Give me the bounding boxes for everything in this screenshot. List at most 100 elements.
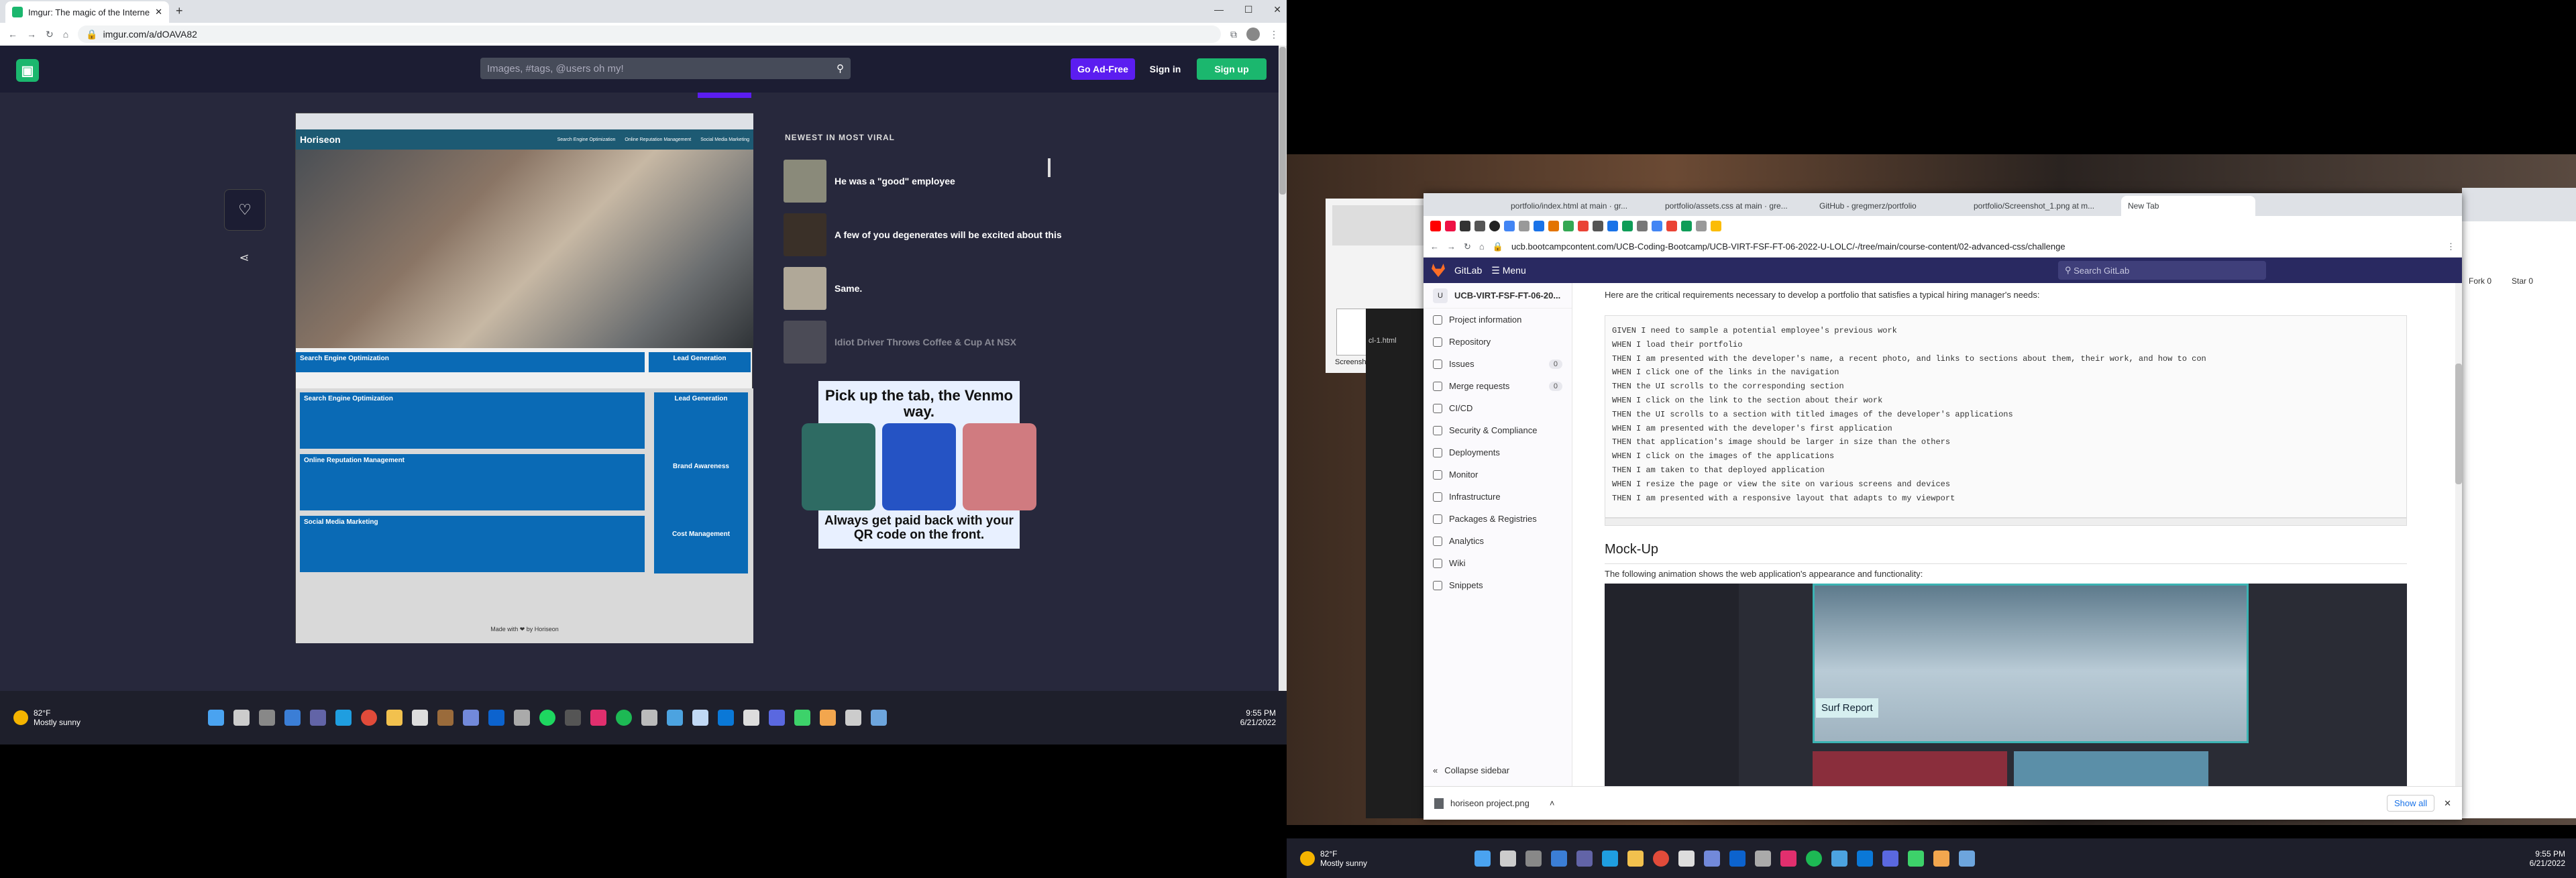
app-icon[interactable]: [1806, 850, 1823, 867]
bookmark-icon[interactable]: [1578, 221, 1589, 231]
app-icon[interactable]: [590, 710, 607, 726]
chevron-up-icon[interactable]: ˄: [1550, 798, 1555, 808]
bookmark-icon[interactable]: [1460, 221, 1470, 231]
viral-item[interactable]: Same.: [784, 267, 1065, 310]
sidebar-item[interactable]: Repository: [1424, 331, 1572, 353]
sidebar-item[interactable]: Infrastructure: [1424, 486, 1572, 508]
app-icon[interactable]: [1831, 850, 1848, 867]
bookmark-icon[interactable]: [1681, 221, 1692, 231]
app-icon[interactable]: [667, 710, 684, 726]
clock[interactable]: 9:55 PM 6/21/2022: [2530, 849, 2565, 868]
more-icon[interactable]: ⋮: [2447, 241, 2455, 252]
vscode-icon[interactable]: [1857, 850, 1874, 867]
page-scrollbar[interactable]: [2455, 283, 2462, 786]
tab-active[interactable]: New Tab: [2121, 196, 2255, 216]
bookmark-icon[interactable]: [1666, 221, 1677, 231]
bookmark-icon[interactable]: [1519, 221, 1529, 231]
app-icon[interactable]: [412, 710, 429, 726]
app-icon[interactable]: [1882, 850, 1899, 867]
app-icon[interactable]: [1729, 850, 1746, 867]
heart-icon[interactable]: ♡: [224, 189, 266, 231]
bookmark-icon[interactable]: [1696, 221, 1707, 231]
search-icon[interactable]: ⚲: [837, 62, 844, 74]
chrome-icon[interactable]: [361, 710, 378, 726]
minimize-icon[interactable]: —: [1214, 4, 1224, 15]
forward-icon[interactable]: →: [27, 29, 36, 40]
forward-icon[interactable]: →: [1447, 241, 1456, 252]
home-icon[interactable]: ⌂: [1479, 241, 1485, 252]
maximize-icon[interactable]: ☐: [1244, 4, 1253, 15]
new-tab-button[interactable]: +: [176, 4, 183, 18]
weather-widget[interactable]: 82°F Mostly sunny: [1300, 849, 1367, 868]
star-button[interactable]: Star 0: [2512, 276, 2533, 286]
menu-button[interactable]: ☰ Menu: [1491, 265, 1525, 276]
show-all-button[interactable]: Show all: [2386, 795, 2435, 812]
gitlab-search-input[interactable]: ⚲ Search GitLab: [2058, 261, 2266, 280]
tab[interactable]: portfolio/assets.css at main · gre...: [1658, 196, 1806, 216]
sidebar-item[interactable]: Project information: [1424, 309, 1572, 331]
download-file[interactable]: horiseon project.png: [1450, 798, 1529, 808]
clock[interactable]: 9:55 PM 6/21/2022: [1240, 708, 1276, 727]
app-icon[interactable]: [514, 710, 531, 726]
start-icon[interactable]: [1474, 850, 1491, 867]
back-icon[interactable]: ←: [1430, 241, 1439, 252]
share-icon[interactable]: ⋖: [235, 248, 254, 267]
mockup-animation[interactable]: Surf Report: [1605, 584, 2407, 786]
app-icon[interactable]: [845, 710, 862, 726]
sidebar-item[interactable]: Issues 0: [1424, 353, 1572, 375]
app-icon[interactable]: [641, 710, 658, 726]
bookmark-icon[interactable]: [1534, 221, 1544, 231]
bookmark-icon[interactable]: [1474, 221, 1485, 231]
imgur-search-input[interactable]: Images, #tags, @users oh my! ⚲: [480, 58, 851, 79]
imgur-logo[interactable]: ▣: [16, 59, 39, 82]
vscode-icon[interactable]: [718, 710, 735, 726]
reload-icon[interactable]: ↻: [1464, 241, 1471, 252]
sidebar-item[interactable]: Merge requests 0: [1424, 375, 1572, 397]
gitlab-brand[interactable]: GitLab: [1454, 265, 1482, 276]
bookmark-icon[interactable]: [1622, 221, 1633, 231]
app-icon[interactable]: [1678, 850, 1695, 867]
app-icon[interactable]: [743, 710, 760, 726]
sidebar-item[interactable]: Wiki: [1424, 552, 1572, 574]
app-icon[interactable]: [1755, 850, 1772, 867]
extensions-icon[interactable]: ⧉: [1230, 29, 1237, 40]
app-icon[interactable]: [820, 710, 837, 726]
bookmark-icon[interactable]: [1548, 221, 1559, 231]
file-tab[interactable]: cl-1.html: [1368, 337, 1397, 345]
viral-item[interactable]: He was a "good" employee: [784, 160, 1065, 203]
explorer-icon[interactable]: [1627, 850, 1644, 867]
tab[interactable]: portfolio/index.html at main · gr...: [1504, 196, 1652, 216]
edge-icon[interactable]: [335, 710, 352, 726]
app-icon[interactable]: [1908, 850, 1925, 867]
taskview-icon[interactable]: [1525, 850, 1542, 867]
sidebar-item[interactable]: Security & Compliance: [1424, 419, 1572, 441]
sign-in-button[interactable]: Sign in: [1143, 58, 1187, 80]
close-icon[interactable]: ✕: [155, 7, 162, 17]
bookmark-icon[interactable]: [1607, 221, 1618, 231]
scrollbar-thumb[interactable]: [1279, 47, 1286, 195]
sidebar-item[interactable]: CI/CD: [1424, 397, 1572, 419]
app-icon[interactable]: [565, 710, 582, 726]
start-icon[interactable]: [208, 710, 225, 726]
app-icon[interactable]: [692, 710, 709, 726]
sidebar-item[interactable]: Analytics: [1424, 530, 1572, 552]
app-icon[interactable]: [1704, 850, 1721, 867]
github-icon[interactable]: [1489, 221, 1500, 231]
sidebar-item[interactable]: Snippets: [1424, 574, 1572, 596]
more-icon[interactable]: ⋮: [1269, 29, 1279, 40]
close-icon[interactable]: ✕: [2444, 798, 2451, 809]
search-icon[interactable]: [233, 710, 250, 726]
app-icon[interactable]: [539, 710, 556, 726]
youtube-icon[interactable]: [1430, 221, 1441, 231]
app-icon[interactable]: [437, 710, 454, 726]
back-icon[interactable]: ←: [8, 29, 17, 40]
app-icon[interactable]: [794, 710, 811, 726]
home-icon[interactable]: ⌂: [63, 29, 68, 40]
viral-item[interactable]: Idiot Driver Throws Coffee & Cup At NSX: [784, 321, 1065, 364]
taskview-icon[interactable]: [259, 710, 276, 726]
chat-icon[interactable]: [1576, 850, 1593, 867]
post-image[interactable]: Horiseon Search Engine Optimization Onli…: [295, 113, 753, 643]
settings-icon[interactable]: [1959, 850, 1976, 867]
scroll-thumb[interactable]: [2455, 364, 2462, 484]
edge-icon[interactable]: [1602, 850, 1619, 867]
